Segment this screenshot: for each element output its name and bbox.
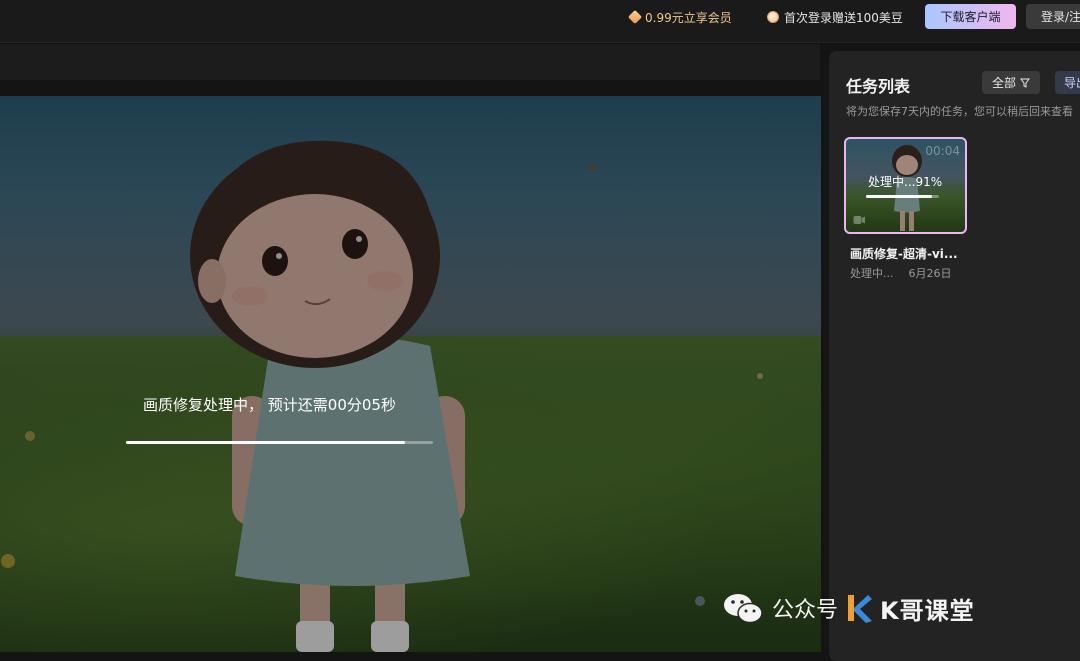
vip-promo[interactable]: 0.99元立享会员 [627, 9, 732, 25]
processing-status-text: 画质修复处理中， 预计还需00分05秒 [143, 396, 396, 414]
task-duration: 00:04 [925, 144, 960, 158]
task-thumbnail[interactable]: 00:04 处理中...91% [844, 137, 967, 234]
task-status: 处理中... [850, 267, 894, 280]
bean-icon [767, 11, 779, 23]
processing-progress-bar [126, 441, 433, 444]
task-meta: 处理中... 6月26日 [850, 265, 952, 281]
task-date: 6月26日 [908, 267, 952, 280]
task-progress-bar [866, 195, 939, 198]
watermark: 公众号 K哥课堂 [722, 586, 975, 630]
funnel-icon [1020, 78, 1030, 88]
bean-promo-label: 首次登录赠送100美豆 [784, 10, 903, 25]
top-bar: 0.99元立享会员 首次登录赠送100美豆 下载客户端 登录/注册 [0, 0, 1080, 43]
video-preview: 画质修复处理中， 预计还需00分05秒 [0, 96, 821, 652]
login-button[interactable]: 登录/注册 [1026, 4, 1080, 29]
wechat-icon [724, 594, 763, 624]
brand-logo-icon [846, 593, 873, 623]
task-panel: 任务列表 全部 导出 将为您保存7天内的任务，您可以稍后回来查看 00:04 处… [829, 51, 1080, 661]
watermark-label: 公众号 [772, 598, 839, 623]
bean-promo[interactable]: 首次登录赠送100美豆 [767, 9, 903, 25]
export-button[interactable]: 导出 [1055, 71, 1080, 94]
diamond-icon [627, 9, 643, 25]
task-progress-fill [866, 195, 933, 198]
task-panel-description: 将为您保存7天内的任务，您可以稍后回来查看 [846, 105, 1073, 118]
processing-overlay [0, 96, 821, 652]
task-progress-label: 处理中...91% [868, 175, 943, 189]
download-client-button[interactable]: 下载客户端 [925, 4, 1016, 29]
processing-progress-fill [126, 441, 406, 444]
video-icon [853, 216, 865, 224]
vip-promo-label: 0.99元立享会员 [645, 10, 732, 25]
task-panel-title: 任务列表 [846, 77, 911, 96]
toolbar-strip [0, 44, 820, 80]
task-name[interactable]: 画质修复-超清-vi... [850, 245, 958, 262]
watermark-brand: K哥课堂 [880, 596, 975, 625]
filter-all-button[interactable]: 全部 [982, 71, 1040, 94]
filter-label: 全部 [991, 76, 1016, 90]
